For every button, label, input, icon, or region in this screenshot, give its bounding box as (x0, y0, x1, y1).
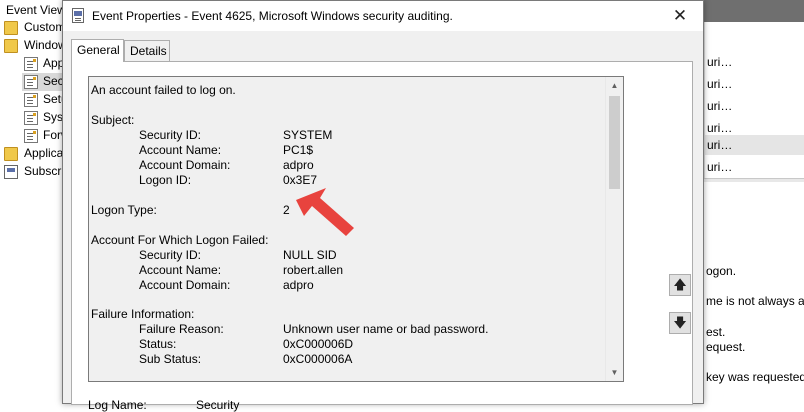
field-label: Sub Status: (139, 352, 202, 366)
annotation-arrow-icon (296, 188, 354, 236)
field-value: SYSTEM (283, 128, 333, 142)
field-label: Account Domain: (139, 158, 231, 172)
logon-type-value: 2 (283, 203, 290, 217)
close-button[interactable]: ✕ (657, 1, 703, 31)
log-icon (24, 129, 38, 143)
scroll-down-icon[interactable]: ▼ (606, 364, 623, 381)
subject-heading: Subject: (91, 113, 135, 127)
field-label: Account Name: (139, 143, 222, 157)
tab-general[interactable]: General (71, 39, 124, 62)
tree-item-windows-logs[interactable]: Windows Logs (24, 37, 66, 54)
field-label: Account Domain: (139, 278, 231, 292)
field-label: Security ID: (139, 128, 202, 142)
folder-icon (4, 147, 18, 161)
detail-text: est. (706, 325, 726, 339)
dialog-titlebar[interactable]: Event Properties - Event 4625, Microsoft… (63, 1, 703, 31)
failure-heading: Failure Information: (91, 307, 195, 321)
field-value: adpro (283, 278, 314, 292)
field-value: PC1$ (283, 143, 314, 157)
field-label: Status: (139, 337, 177, 351)
field-value: 0xC000006D (283, 337, 354, 351)
field-value: 0xC000006A (283, 352, 353, 366)
folder-icon (4, 21, 18, 35)
event-icon (4, 165, 18, 179)
event-viewer-icon (72, 8, 84, 23)
dialog-title: Event Properties - Event 4625, Microsoft… (92, 9, 453, 23)
scroll-up-icon[interactable]: ▲ (606, 77, 623, 94)
list-item[interactable]: uri… (707, 96, 732, 116)
event-summary: An account failed to log on. (91, 83, 236, 97)
detail-text: me is not always av (706, 294, 804, 308)
scrollbar-thumb[interactable] (609, 96, 620, 189)
tab-details[interactable]: Details (124, 40, 170, 61)
list-item[interactable]: uri… (707, 74, 732, 94)
log-icon (24, 111, 38, 125)
annotation-arrow-shape (296, 188, 354, 236)
field-label: Logon ID: (139, 173, 192, 187)
field-value: 0x3E7 (283, 173, 318, 187)
tree-item-applications-services[interactable]: Applications and Services Logs (24, 145, 66, 162)
list-item[interactable]: uri… (707, 157, 732, 177)
field-label: Security ID: (139, 248, 202, 262)
tree-item-custom-views[interactable]: Custom Views (24, 19, 66, 36)
vertical-scrollbar[interactable]: ▲ ▼ (605, 77, 623, 381)
next-event-button[interactable]: 🡇 (669, 312, 691, 334)
field-value: adpro (283, 158, 314, 172)
event-viewer-tree: Event Viewer Custom Views Windows Logs A… (0, 0, 66, 404)
general-tab-panel: An account failed to log on. Subject: Se… (71, 61, 693, 412)
log-name-label: Log Name: (88, 398, 147, 412)
pane-divider[interactable] (704, 178, 804, 182)
field-label: Failure Reason: (139, 322, 224, 336)
account-failed-heading: Account For Which Logon Failed: (91, 233, 269, 247)
field-label: Account Name: (139, 263, 222, 277)
field-value: robert.allen (283, 263, 344, 277)
folder-icon (4, 39, 18, 53)
detail-text: ogon. (706, 264, 737, 278)
field-value: NULL SID (283, 248, 337, 262)
list-item[interactable]: uri… (707, 52, 732, 72)
event-properties-dialog: Event Properties - Event 4625, Microsoft… (62, 0, 704, 412)
log-icon (24, 93, 38, 107)
list-item-selected[interactable]: uri… (705, 135, 804, 155)
detail-text: key was requested (706, 370, 804, 384)
event-list-area: uri… uri… uri… uri… uri… uri… ogon. me i… (704, 0, 804, 404)
tree-header[interactable]: Event Viewer (6, 2, 66, 19)
field-value: Unknown user name or bad password. (283, 322, 489, 336)
log-icon (24, 75, 38, 89)
log-name-value: Security (196, 398, 240, 412)
tree-item-subscriptions[interactable]: Subscriptions (24, 163, 66, 180)
event-list: uri… uri… uri… uri… uri… uri… (704, 22, 804, 180)
previous-event-button[interactable]: 🡅 (669, 274, 691, 296)
logon-type-label: Logon Type: (91, 203, 157, 217)
log-icon (24, 57, 38, 71)
detail-text: equest. (706, 340, 746, 354)
header-shade (704, 0, 804, 22)
